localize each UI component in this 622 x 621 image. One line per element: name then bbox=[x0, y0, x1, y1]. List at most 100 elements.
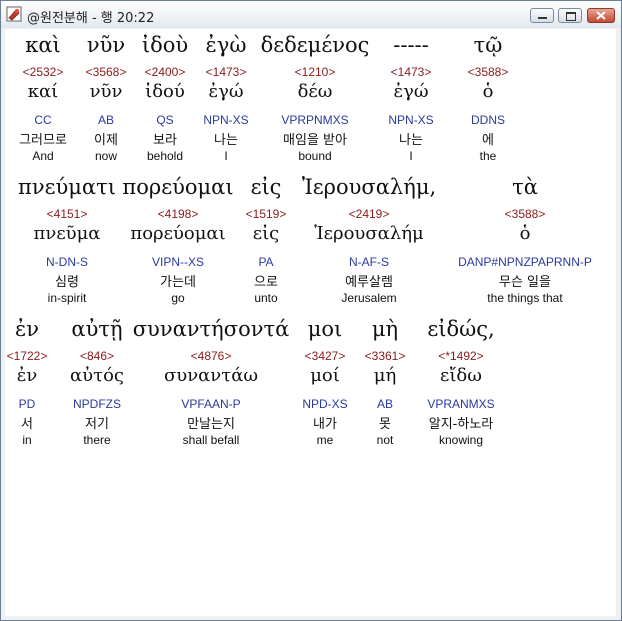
lemma: μή bbox=[373, 365, 397, 386]
greek-word[interactable]: ἐγὼ bbox=[206, 33, 247, 57]
english-gloss: in bbox=[22, 433, 32, 447]
greek-word[interactable]: συναντήσοντά bbox=[133, 317, 290, 341]
close-button[interactable] bbox=[587, 8, 615, 23]
english-gloss: shall befall bbox=[182, 433, 240, 447]
english-gloss: go bbox=[171, 291, 185, 305]
korean-gloss: 그러므로 bbox=[19, 133, 67, 148]
parsing-code: DANP#NPNZPAPRNN-P bbox=[458, 255, 592, 269]
korean-gloss: 가는데 bbox=[160, 275, 196, 290]
korean-gloss: 심령 bbox=[55, 275, 79, 290]
korean-gloss: 보라 bbox=[153, 133, 177, 148]
korean-gloss: 나는 bbox=[399, 133, 423, 148]
title-bar[interactable]: @원전분해 - 행 20:22 bbox=[1, 1, 621, 28]
lemma: καί bbox=[27, 81, 59, 102]
lemma: ἰδού bbox=[145, 81, 185, 102]
korean-gloss: 예루살렘 bbox=[345, 275, 393, 290]
maximize-button[interactable] bbox=[558, 8, 582, 23]
english-gloss: And bbox=[32, 149, 54, 163]
lemma: ὁ bbox=[482, 81, 494, 102]
english-gloss: the things that bbox=[487, 291, 563, 305]
parsing-code: DDNS bbox=[470, 113, 506, 127]
strongs-number[interactable]: <4151> bbox=[47, 207, 88, 221]
greek-word[interactable]: μὴ bbox=[372, 317, 398, 341]
greek-word[interactable]: ----- bbox=[393, 33, 428, 57]
strongs-number[interactable]: <3568> bbox=[86, 65, 127, 79]
english-gloss: now bbox=[94, 149, 118, 163]
maximize-icon bbox=[566, 12, 576, 21]
strongs-number[interactable]: <846> bbox=[80, 349, 114, 363]
english-gloss: me bbox=[316, 433, 334, 447]
parsing-code: PA bbox=[258, 255, 274, 269]
greek-word[interactable]: εἰδώς, bbox=[427, 317, 494, 341]
strongs-number[interactable]: <3427> bbox=[305, 349, 346, 363]
lemma: Ἰερουσαλήμ bbox=[314, 223, 424, 244]
greek-word[interactable]: τῷ bbox=[474, 33, 503, 57]
greek-word[interactable]: δεδεμένος bbox=[261, 33, 370, 57]
strongs-number[interactable]: <*1492> bbox=[438, 349, 483, 363]
greek-word[interactable]: πνεύματι bbox=[18, 175, 116, 199]
bible-icon bbox=[6, 6, 22, 22]
lemma: ἐγώ bbox=[393, 81, 429, 102]
parsing-code: VIPN--XS bbox=[151, 255, 205, 269]
english-gloss: unto bbox=[254, 291, 278, 305]
strongs-number[interactable]: <1473> bbox=[206, 65, 247, 79]
greek-word[interactable]: εἰς bbox=[251, 175, 282, 199]
strongs-number[interactable]: <1722> bbox=[7, 349, 48, 363]
lemma: δέω bbox=[297, 81, 333, 102]
strongs-number[interactable]: <1519> bbox=[246, 207, 287, 221]
strongs-number[interactable]: <4198> bbox=[158, 207, 199, 221]
greek-word[interactable]: ἰδοὺ bbox=[142, 33, 188, 57]
greek-word[interactable]: καὶ bbox=[25, 33, 61, 57]
korean-gloss: 매임을 받아 bbox=[283, 133, 347, 148]
close-icon bbox=[596, 11, 606, 20]
parsing-code: NPN-XS bbox=[203, 113, 249, 127]
english-gloss: behold bbox=[146, 149, 184, 163]
strongs-number[interactable]: <2532> bbox=[23, 65, 64, 79]
strongs-number[interactable]: <1210> bbox=[295, 65, 336, 79]
greek-word[interactable]: ἐν bbox=[15, 317, 39, 341]
greek-word[interactable]: πορεύομαι bbox=[122, 175, 233, 199]
english-gloss: bound bbox=[298, 149, 332, 163]
parsing-code: N-AF-S bbox=[349, 255, 389, 269]
parsing-code: CC bbox=[34, 113, 52, 127]
parsing-code: N-DN-S bbox=[46, 255, 88, 269]
strongs-number[interactable]: <1473> bbox=[391, 65, 432, 79]
greek-word[interactable]: Ἰερουσαλήμ, bbox=[302, 175, 436, 199]
english-gloss: I bbox=[224, 149, 228, 163]
korean-gloss: 알지-하노라 bbox=[428, 417, 494, 432]
lemma: νῦν bbox=[89, 81, 123, 102]
strongs-number[interactable]: <2419> bbox=[349, 207, 390, 221]
korean-gloss: 이제 bbox=[94, 133, 118, 148]
lemma: ὁ bbox=[519, 223, 531, 244]
lemma: πορεύομαι bbox=[130, 223, 226, 244]
parsing-code: AB bbox=[376, 397, 394, 411]
english-gloss: in-spirit bbox=[47, 291, 87, 305]
greek-word[interactable]: αὐτῇ bbox=[71, 317, 122, 341]
app-window: @원전분해 - 행 20:22 καὶ <2532> καί CC 그러므로 And νῦν… bbox=[0, 0, 622, 621]
strongs-number[interactable]: <4876> bbox=[191, 349, 232, 363]
korean-gloss: 못 bbox=[379, 417, 391, 432]
greek-word[interactable]: τὰ bbox=[512, 175, 538, 199]
minimize-button[interactable] bbox=[530, 8, 554, 23]
parsing-code: AB bbox=[97, 113, 115, 127]
lemma: εἰς bbox=[252, 223, 280, 244]
korean-gloss: 저기 bbox=[85, 417, 109, 432]
greek-word[interactable]: νῦν bbox=[87, 33, 125, 57]
parsing-code: NPN-XS bbox=[388, 113, 434, 127]
minimize-icon bbox=[538, 17, 547, 19]
strongs-number[interactable]: <3588> bbox=[505, 207, 546, 221]
korean-gloss: 무슨 일을 bbox=[499, 275, 551, 290]
greek-word[interactable]: μοι bbox=[308, 317, 343, 341]
korean-gloss: 내가 bbox=[313, 417, 337, 432]
strongs-number[interactable]: <3588> bbox=[468, 65, 509, 79]
parsing-code: PD bbox=[18, 397, 36, 411]
korean-gloss: 서 bbox=[21, 417, 33, 432]
window-title: @원전분해 - 행 20:22 bbox=[27, 11, 155, 26]
strongs-number[interactable]: <3361> bbox=[365, 349, 406, 363]
lemma: ἐγώ bbox=[208, 81, 244, 102]
korean-gloss: 으로 bbox=[254, 275, 278, 290]
strongs-number[interactable]: <2400> bbox=[145, 65, 186, 79]
english-gloss: not bbox=[376, 433, 394, 447]
lemma: εἴδω bbox=[440, 365, 482, 386]
english-gloss: there bbox=[83, 433, 111, 447]
